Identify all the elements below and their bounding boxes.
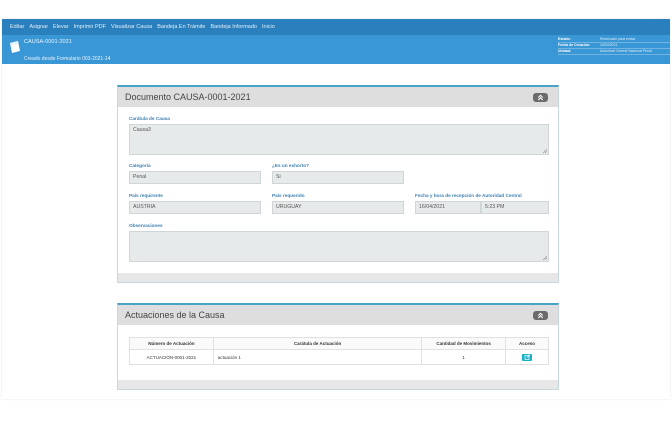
col-cantidad[interactable]: Cantidad de Movimientos <box>421 337 507 350</box>
menu-imprimir-pdf[interactable]: Imprimir PDF <box>74 24 106 30</box>
meta-key: Estado: <box>558 37 571 41</box>
categoria-field[interactable]: Penal <box>129 171 261 184</box>
cell-caratula: actuación 1 <box>212 349 423 365</box>
table-header-row: Número de Actuación Carátula de Actuació… <box>129 337 549 350</box>
caratula-field[interactable]: Causa3 <box>129 124 549 155</box>
menu-visualizar-causa[interactable]: Visualizar Causa <box>111 24 152 30</box>
menu-bandeja-informado[interactable]: Bandeja Informado <box>211 24 257 30</box>
cell-cantidad: 1 <box>421 349 507 365</box>
card-footer <box>118 380 558 389</box>
menu-inicio[interactable]: Inicio <box>262 24 275 30</box>
col-caratula[interactable]: Carátula de Actuación <box>212 337 423 350</box>
caratula-value: Causa3 <box>133 127 151 133</box>
observaciones-field[interactable] <box>129 231 549 262</box>
menu-bandeja-en-tramite[interactable]: Bandeja En Trámite <box>157 24 205 30</box>
resize-handle-icon[interactable] <box>543 256 547 260</box>
card-footer <box>118 273 558 282</box>
fecha-recepcion-label: Fecha y hora de recepción de Autoridad C… <box>415 193 522 198</box>
caratula-label: Carátula de Causa <box>129 116 170 121</box>
case-meta: Estado: Reservado para enviar Fecha de C… <box>558 37 670 55</box>
pais-requerido-label: País requerido <box>272 193 305 198</box>
meta-value: Autoridad Central Nacional Penal <box>600 49 652 53</box>
exhorto-field[interactable]: Si <box>272 171 404 184</box>
pais-requirente-field[interactable]: AUSTRIA <box>129 201 261 214</box>
col-numero[interactable]: Número de Actuación <box>129 337 214 350</box>
pais-requirente-label: País requirente <box>129 193 163 198</box>
case-subtitle: Creado desde Formulario 003-2021-14 <box>24 56 111 62</box>
actuaciones-card-header: Actuaciones de la Causa <box>118 305 558 325</box>
actuaciones-table: Número de Actuación Carátula de Actuació… <box>129 337 549 365</box>
cell-acceso <box>505 349 549 365</box>
double-chevron-up-icon <box>537 312 544 318</box>
fecha-date-field[interactable]: 16/04/2021 <box>415 201 481 214</box>
actuaciones-title: Actuaciones de la Causa <box>125 310 225 320</box>
table-row[interactable]: ACTUACION-0001-2021 actuación 1 1 <box>129 349 549 365</box>
exhorto-label: ¿Es un exhorto? <box>272 163 309 168</box>
access-button[interactable] <box>522 353 533 361</box>
collapse-button[interactable] <box>533 310 548 320</box>
menu-asignar[interactable]: Asignar <box>29 24 48 30</box>
categoria-label: Categoría <box>129 163 151 168</box>
document-card: Documento CAUSA-0001-2021 Carátula de Ca… <box>117 85 559 283</box>
case-header: CAUSA-0001-2021 Creado desde Formulario … <box>2 35 670 64</box>
menu-elevar[interactable]: Elevar <box>53 24 69 30</box>
meta-key: Unidad: <box>558 49 572 53</box>
fecha-time-field[interactable]: 5:23 PM <box>481 201 549 214</box>
cell-numero: ACTUACION-0001-2021 <box>129 349 214 365</box>
observaciones-label: Observaciones <box>129 223 163 228</box>
document-icon <box>10 41 20 53</box>
actuaciones-card: Actuaciones de la Causa Número de Actuac… <box>117 303 559 390</box>
menu-editar[interactable]: Editar <box>10 24 24 30</box>
meta-key: Fecha de Creación: <box>558 43 591 47</box>
meta-value: 16/04/2021 <box>600 43 618 47</box>
document-title: Documento CAUSA-0001-2021 <box>125 92 251 102</box>
col-acceso: Acceso <box>505 337 549 350</box>
edit-external-icon <box>524 354 530 360</box>
top-menu: Editar Asignar Elevar Imprimir PDF Visua… <box>2 19 670 35</box>
document-card-header: Documento CAUSA-0001-2021 <box>118 87 558 107</box>
collapse-button[interactable] <box>533 92 548 102</box>
divider <box>558 54 670 55</box>
resize-handle-icon[interactable] <box>543 149 547 153</box>
meta-value: Reservado para enviar <box>600 37 636 41</box>
pais-requerido-field[interactable]: URUGUAY <box>272 201 404 214</box>
app-frame: Editar Asignar Elevar Imprimir PDF Visua… <box>2 19 670 399</box>
case-code: CAUSA-0001-2021 <box>24 39 72 45</box>
double-chevron-up-icon <box>537 94 544 100</box>
